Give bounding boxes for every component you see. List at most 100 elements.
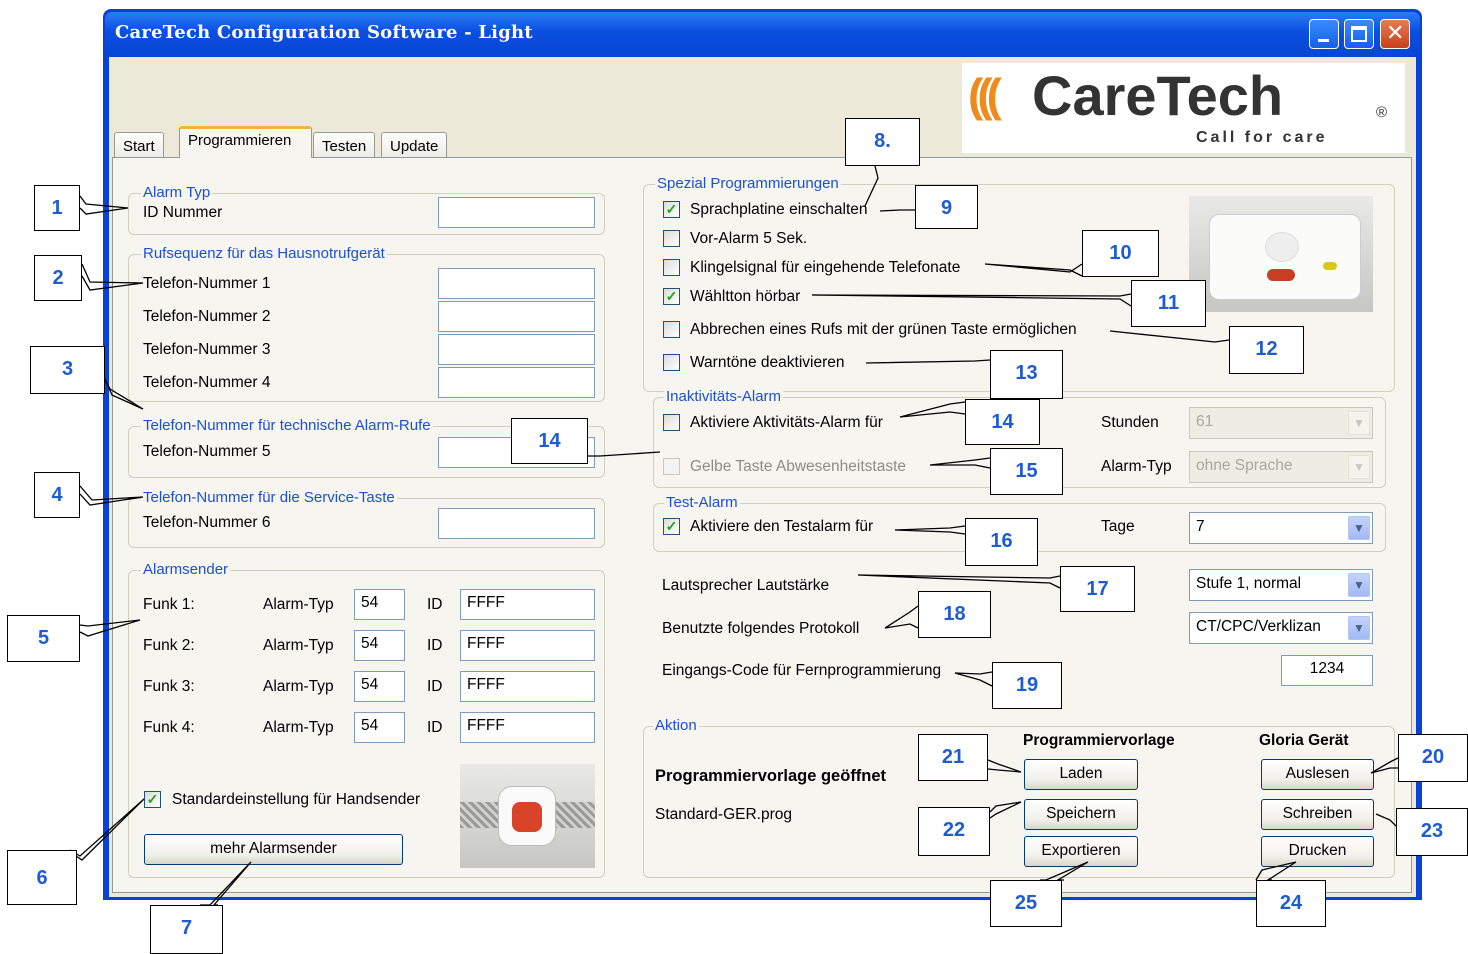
telefon-6-input[interactable] xyxy=(438,508,595,539)
lautsprecher-value: Stufe 1, normal xyxy=(1196,575,1302,592)
callout-11: 11 xyxy=(1131,280,1206,327)
tab-programmieren[interactable]: Programmieren xyxy=(179,126,312,158)
funk-3-id-input[interactable]: FFFF xyxy=(460,671,595,702)
callout-9: 9 xyxy=(915,185,978,229)
alarmsender-legend: Alarmsender xyxy=(141,561,231,578)
abbrechen-checkbox[interactable] xyxy=(663,321,680,338)
tage-label: Tage xyxy=(1101,518,1135,535)
funk-1-typ-input[interactable]: 54 xyxy=(354,589,405,620)
funk-1-id-label: ID xyxy=(427,596,443,613)
speichern-button[interactable]: Speichern xyxy=(1024,799,1138,830)
close-button[interactable]: ✕ xyxy=(1380,19,1410,49)
protokoll-select[interactable]: CT/CPC/Verklizan ▼ xyxy=(1189,612,1373,644)
vor-alarm-checkbox[interactable] xyxy=(663,230,680,247)
standard-checkbox[interactable]: ✓ xyxy=(144,791,161,808)
funk-3-label: Funk 3: xyxy=(143,678,195,695)
telefon-4-input[interactable] xyxy=(438,367,595,398)
alarm-typ-legend: Alarm Typ xyxy=(141,184,213,201)
vor-alarm-label: Vor-Alarm 5 Sek. xyxy=(690,230,808,247)
callout-14-right: 14 xyxy=(965,399,1040,445)
callout-23: 23 xyxy=(1396,808,1468,856)
laden-button[interactable]: Laden xyxy=(1024,759,1138,790)
funk-3-id-label: ID xyxy=(427,678,443,695)
callout-6: 6 xyxy=(7,850,77,905)
window-title: CareTech Configuration Software - Light xyxy=(115,22,533,43)
funk-1-id-input[interactable]: FFFF xyxy=(460,589,595,620)
callout-3: 3 xyxy=(30,346,105,394)
callout-1: 1 xyxy=(34,185,80,231)
callout-14-left: 14 xyxy=(511,418,588,464)
lautsprecher-label: Lautsprecher Lautstärke xyxy=(662,577,830,594)
alarm-typ-inaktiv-label: Alarm-Typ xyxy=(1101,458,1172,475)
funk-2-id-input[interactable]: FFFF xyxy=(460,630,595,661)
callout-24: 24 xyxy=(1256,880,1326,927)
waehlton-checkbox[interactable]: ✓ xyxy=(663,288,680,305)
funk-3-typ-input[interactable]: 54 xyxy=(354,671,405,702)
warntoene-label: Warntöne deaktivieren xyxy=(690,354,845,371)
tage-select[interactable]: 7 ▼ xyxy=(1189,512,1373,544)
abbrechen-label: Abbrechen eines Rufs mit der grünen Tast… xyxy=(690,321,1077,338)
funk-3-typ-label: Alarm-Typ xyxy=(263,678,334,695)
caretech-logo: ((( CareTech ® Call for care xyxy=(962,63,1405,153)
telefon-1-input[interactable] xyxy=(438,268,595,299)
logo-reg: ® xyxy=(1376,104,1388,121)
code-input[interactable]: 1234 xyxy=(1281,655,1373,686)
inaktiv-legend: Inaktivitäts-Alarm xyxy=(664,388,784,405)
testalarm-checkbox[interactable]: ✓ xyxy=(663,518,680,535)
schreiben-button[interactable]: Schreiben xyxy=(1261,799,1374,830)
tab-testen[interactable]: Testen xyxy=(313,132,376,158)
callout-12: 12 xyxy=(1229,326,1304,374)
funk-4-typ-input[interactable]: 54 xyxy=(354,712,405,743)
logo-brand: CareTech xyxy=(1032,64,1284,127)
exportieren-button[interactable]: Exportieren xyxy=(1024,836,1138,867)
tab-update[interactable]: Update xyxy=(381,132,448,158)
callout-7: 7 xyxy=(150,905,223,954)
telefon-3-label: Telefon-Nummer 3 xyxy=(143,341,271,358)
callout-22: 22 xyxy=(918,807,990,856)
callout-21: 21 xyxy=(918,734,988,781)
funk-2-typ-input[interactable]: 54 xyxy=(354,630,405,661)
sprachplatine-checkbox[interactable]: ✓ xyxy=(663,201,680,218)
gloria-geraet-header: Gloria Gerät xyxy=(1259,732,1349,749)
gelbe-taste-label: Gelbe Taste Abwesenheitstaste xyxy=(690,458,906,475)
vorlage-filename: Standard-GER.prog xyxy=(655,806,792,823)
gelbe-taste-checkbox[interactable] xyxy=(663,458,680,475)
tab-start[interactable]: Start xyxy=(114,132,164,158)
protokoll-value: CT/CPC/Verklizan xyxy=(1196,618,1321,635)
telefon-2-input[interactable] xyxy=(438,301,595,332)
chevron-down-icon: ▼ xyxy=(1348,516,1370,540)
funk-4-label: Funk 4: xyxy=(143,719,195,736)
callout-13: 13 xyxy=(990,350,1063,399)
tage-value: 7 xyxy=(1196,518,1205,535)
testalarm-legend: Test-Alarm xyxy=(664,494,740,511)
minimize-button[interactable] xyxy=(1309,19,1339,49)
stunden-select[interactable]: 61 ▼ xyxy=(1189,407,1373,439)
id-nummer-label: ID Nummer xyxy=(143,204,223,221)
funk-2-typ-label: Alarm-Typ xyxy=(263,637,334,654)
klingelsignal-checkbox[interactable] xyxy=(663,259,680,276)
callout-17: 17 xyxy=(1060,566,1135,612)
spezial-legend: Spezial Programmierungen xyxy=(655,175,841,192)
alarm-typ-inaktiv-select[interactable]: ohne Sprache ▼ xyxy=(1189,451,1373,483)
id-nummer-input[interactable] xyxy=(438,197,595,228)
warntoene-checkbox[interactable] xyxy=(663,354,680,371)
auslesen-button[interactable]: Auslesen xyxy=(1261,759,1374,790)
aktivitaets-alarm-checkbox[interactable] xyxy=(663,414,680,431)
maximize-button[interactable] xyxy=(1344,19,1374,49)
telefon-3-input[interactable] xyxy=(438,334,595,365)
klingelsignal-label: Klingelsignal für eingehende Telefonate xyxy=(690,259,961,276)
code-label: Eingangs-Code für Fernprogrammierung xyxy=(662,662,942,679)
drucken-button[interactable]: Drucken xyxy=(1261,836,1374,867)
callout-8: 8. xyxy=(845,118,920,166)
handsender-image xyxy=(460,764,595,868)
funk-4-id-input[interactable]: FFFF xyxy=(460,712,595,743)
telefon-6-label: Telefon-Nummer 6 xyxy=(143,514,271,531)
chevron-down-icon: ▼ xyxy=(1348,455,1370,479)
mehr-alarmsender-button[interactable]: mehr Alarmsender xyxy=(144,834,403,865)
lautsprecher-select[interactable]: Stufe 1, normal ▼ xyxy=(1189,569,1373,601)
callout-18: 18 xyxy=(918,591,991,638)
telefon-5-label: Telefon-Nummer 5 xyxy=(143,443,271,460)
logo-tagline: Call for care xyxy=(1196,129,1328,146)
funk-2-id-label: ID xyxy=(427,637,443,654)
callout-16: 16 xyxy=(965,518,1038,566)
